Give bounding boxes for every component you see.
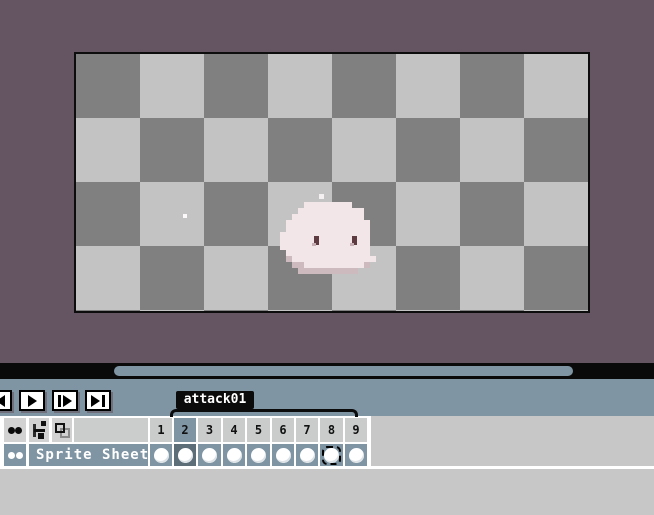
frame-header-2[interactable]: 2	[174, 418, 196, 442]
checker-square	[140, 310, 204, 313]
sprite-pixel	[370, 256, 376, 262]
header-spacer-cell	[74, 418, 148, 442]
animation-tag-label[interactable]: attack01	[176, 391, 254, 409]
layer-eye-toggle[interactable]	[4, 444, 26, 466]
frame-header-8[interactable]: 8	[320, 418, 343, 442]
cel-frame-9[interactable]	[345, 444, 367, 466]
horizontal-scrollbar-track[interactable]	[0, 363, 654, 379]
skip-start-icon	[0, 395, 6, 407]
scrollbar-handle[interactable]	[114, 366, 573, 376]
eye-dot-icon	[15, 427, 22, 434]
cel-frame-7[interactable]	[296, 444, 318, 466]
sparkle-particle	[319, 194, 324, 199]
step-forward-icon	[58, 395, 72, 407]
layer-visibility-toggle[interactable]	[4, 418, 26, 442]
frame-header-7[interactable]: 7	[296, 418, 318, 442]
overlapping-squares-icon	[54, 422, 70, 438]
sprite-eye-base	[350, 243, 354, 246]
checker-square	[332, 310, 396, 313]
checker-square	[332, 54, 396, 118]
checker-square	[524, 118, 588, 182]
frame-header-5[interactable]: 5	[247, 418, 270, 442]
checker-square	[396, 54, 460, 118]
onion-skin-icon	[33, 421, 46, 439]
cel-content-dot	[154, 448, 169, 463]
cel-content-dot	[202, 448, 217, 463]
cel-frame-8[interactable]	[320, 444, 343, 466]
checker-square	[204, 310, 268, 313]
frame-header-9[interactable]: 9	[345, 418, 367, 442]
checker-square	[268, 310, 332, 313]
checker-square	[76, 246, 140, 310]
checker-square	[460, 310, 524, 313]
checker-square	[460, 182, 524, 246]
cel-content-dot	[300, 448, 315, 463]
checker-square	[76, 54, 140, 118]
sprite-canvas[interactable]	[74, 52, 590, 313]
checker-square	[268, 54, 332, 118]
skip-end-icon	[91, 395, 105, 407]
cel-content-dot	[227, 448, 242, 463]
cel-frame-6[interactable]	[272, 444, 294, 466]
sprite-eye-base	[312, 243, 316, 246]
checker-square	[460, 246, 524, 310]
onion-skin-toggle[interactable]	[29, 418, 49, 442]
cel-content-dot	[251, 448, 266, 463]
play-icon	[27, 395, 38, 407]
cel-content-dot	[178, 448, 193, 463]
frame-header-3[interactable]: 3	[198, 418, 221, 442]
next-frame-button[interactable]	[52, 390, 78, 411]
layer-name-cell[interactable]: Sprite Sheet	[29, 444, 148, 466]
tag-range-bracket	[170, 409, 358, 417]
checker-square	[140, 246, 204, 310]
cel-frame-4[interactable]	[223, 444, 245, 466]
duplicate-frames-button[interactable]	[52, 418, 72, 442]
checker-square	[204, 182, 268, 246]
checker-square	[396, 118, 460, 182]
editor-viewport	[0, 0, 654, 363]
checker-square	[140, 118, 204, 182]
timeline-bottom-separator	[0, 466, 654, 469]
checker-square	[524, 54, 588, 118]
checker-square	[204, 118, 268, 182]
sprite-pixel	[352, 268, 358, 274]
checker-square	[76, 118, 140, 182]
checker-square	[524, 246, 588, 310]
sparkle-particle	[183, 214, 187, 218]
eye-dot-icon	[8, 452, 15, 459]
checker-square	[460, 118, 524, 182]
checker-square	[204, 54, 268, 118]
cel-frame-2[interactable]	[174, 444, 196, 466]
cel-frame-1[interactable]	[150, 444, 172, 466]
play-button[interactable]	[19, 390, 45, 411]
checker-square	[268, 118, 332, 182]
cel-content-dot	[276, 448, 291, 463]
eye-dot-icon	[8, 427, 15, 434]
cel-frame-3[interactable]	[198, 444, 221, 466]
checker-square	[332, 118, 396, 182]
selected-cel-outline	[322, 446, 341, 465]
checker-square	[76, 182, 140, 246]
sprite-pixel	[364, 262, 370, 268]
checker-square	[204, 246, 268, 310]
checker-square	[396, 310, 460, 313]
checker-square	[76, 310, 140, 313]
checker-square	[524, 310, 588, 313]
cel-frame-5[interactable]	[247, 444, 270, 466]
cel-content-dot	[349, 448, 364, 463]
eye-dot-icon	[16, 452, 23, 459]
checker-square	[460, 54, 524, 118]
checker-square	[140, 182, 204, 246]
frame-header-1[interactable]: 1	[150, 418, 172, 442]
checker-square	[396, 182, 460, 246]
checker-square	[524, 182, 588, 246]
last-frame-button[interactable]	[85, 390, 111, 411]
checker-square	[140, 54, 204, 118]
checker-square	[396, 246, 460, 310]
first-frame-button[interactable]	[0, 390, 12, 411]
frame-header-6[interactable]: 6	[272, 418, 294, 442]
frame-header-4[interactable]: 4	[223, 418, 245, 442]
